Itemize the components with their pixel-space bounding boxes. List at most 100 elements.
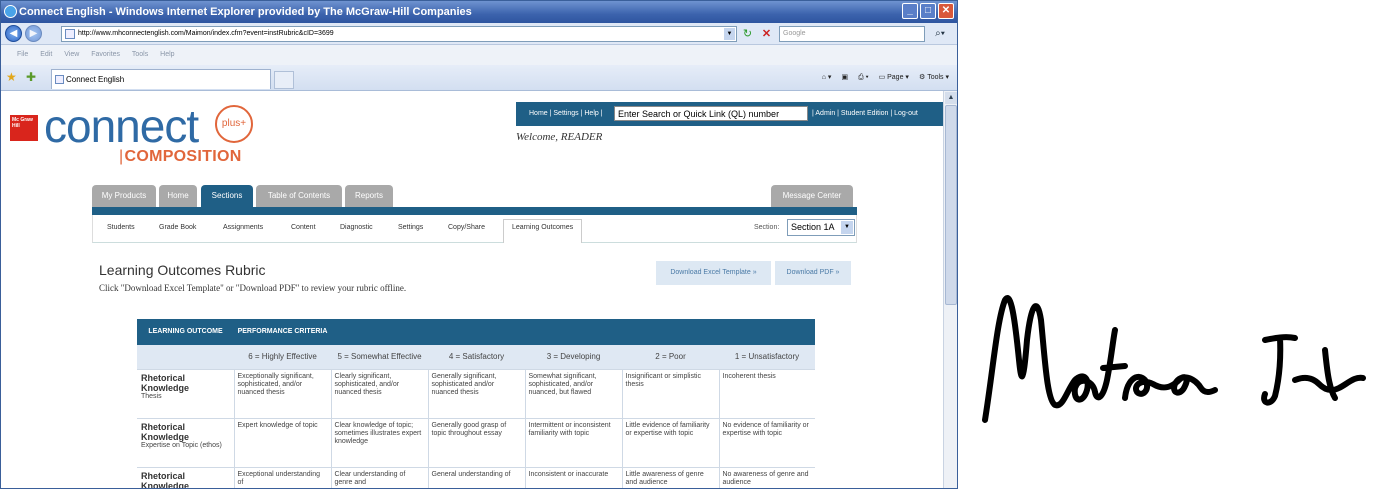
subnav-learning-outcomes[interactable]: Learning Outcomes bbox=[503, 219, 583, 243]
criteria-cell: Insignificant or simplistic thesis bbox=[621, 368, 719, 418]
search-icon[interactable]: ⌕▾ bbox=[929, 26, 951, 42]
criteria-cell: Expert knowledge of topic bbox=[233, 417, 331, 467]
plus-logo: plus+ bbox=[215, 105, 253, 143]
tab-reports[interactable]: Reports bbox=[345, 185, 393, 207]
outcome-cell: Rhetorical Knowledge bbox=[137, 466, 234, 489]
connect-logo: connect bbox=[44, 100, 199, 152]
scroll-up-icon[interactable]: ▲ bbox=[945, 92, 957, 104]
menu-favorites[interactable]: Favorites bbox=[91, 51, 120, 58]
menu-view[interactable]: View bbox=[64, 51, 79, 58]
menu-edit[interactable]: Edit bbox=[40, 51, 52, 58]
header-learning-outcome: LEARNING OUTCOME bbox=[137, 319, 234, 345]
table-row: Rhetorical Knowledge Exceptional underst… bbox=[137, 466, 815, 489]
outcome-name: Rhetorical Knowledge bbox=[141, 470, 190, 489]
level-3: 3 = Developing bbox=[525, 345, 622, 369]
criteria-cell: Exceptional understanding of bbox=[233, 466, 331, 488]
section-select-value: Section 1A bbox=[791, 222, 835, 232]
criteria-cell: No awareness of genre and audience bbox=[718, 466, 815, 488]
browser-tab[interactable]: Connect English bbox=[51, 69, 271, 89]
criteria-cell: Incoherent thesis bbox=[718, 368, 815, 418]
tools-menu[interactable]: ⚙ Tools ▾ bbox=[919, 71, 949, 85]
print-icon[interactable]: ⎙ ▾ bbox=[858, 71, 869, 85]
search-box[interactable]: Google bbox=[779, 26, 925, 42]
criteria-cell: Inconsistent or inaccurate bbox=[524, 466, 622, 488]
subnav-grade-book[interactable]: Grade Book bbox=[159, 224, 196, 231]
ie-icon bbox=[4, 5, 17, 18]
level-4: 4 = Satisfactory bbox=[428, 345, 525, 369]
handwritten-signature bbox=[982, 295, 1366, 423]
page-content: Mc Graw Hill connect plus+ COMPOSITION H… bbox=[1, 91, 943, 489]
criteria-cell: General understanding of bbox=[427, 466, 525, 488]
tab-table-of-contents[interactable]: Table of Contents bbox=[256, 185, 342, 207]
criteria-cell: Little evidence of familiarity or expert… bbox=[621, 417, 719, 467]
subnav-copy-share[interactable]: Copy/Share bbox=[448, 224, 485, 231]
level-5: 5 = Somewhat Effective bbox=[331, 345, 428, 369]
criteria-cell: Intermittent or inconsistent familiarity… bbox=[524, 417, 622, 467]
section-select[interactable]: Section 1A ▼ bbox=[787, 219, 855, 236]
page-subtitle: Click "Download Excel Template" or "Down… bbox=[99, 283, 407, 293]
subnav-assignments[interactable]: Assignments bbox=[223, 224, 263, 231]
criteria-cell: Somewhat significant, sophisticated, and… bbox=[524, 368, 622, 418]
outcome-sub: Expertise on Topic (ethos) bbox=[141, 441, 222, 449]
download-excel-button[interactable]: Download Excel Template » bbox=[656, 261, 771, 285]
quick-link-search-input[interactable] bbox=[614, 106, 808, 121]
outcome-cell: Rhetorical Knowledge Expertise on Topic (… bbox=[137, 417, 234, 467]
address-dropdown-icon[interactable]: ▼ bbox=[724, 28, 735, 40]
page-menu[interactable]: ▭ Page ▾ bbox=[879, 71, 909, 85]
top-nav-links-right[interactable]: | Admin | Student Edition | Log-out bbox=[812, 102, 918, 126]
tab-my-products[interactable]: My Products bbox=[92, 185, 156, 207]
window-title: Connect English - Windows Internet Explo… bbox=[19, 6, 472, 18]
add-favorites-icon[interactable]: ✚ bbox=[26, 70, 36, 84]
maximize-button[interactable]: □ bbox=[920, 3, 936, 19]
minimize-button[interactable]: _ bbox=[902, 3, 918, 19]
tab-title: Connect English bbox=[66, 75, 125, 84]
welcome-text: Welcome, READER bbox=[516, 131, 603, 143]
menu-help[interactable]: Help bbox=[160, 51, 174, 58]
tab-sections[interactable]: Sections bbox=[201, 185, 253, 207]
menu-file[interactable]: File bbox=[17, 51, 28, 58]
feeds-icon[interactable]: ▣ bbox=[841, 71, 848, 85]
tab-bar: ★ ✚ Connect English ⌂ ▾ ▣ ⎙ ▾ ▭ Page ▾ ⚙… bbox=[1, 65, 957, 91]
address-bar[interactable]: http://www.mhconnectenglish.com/Maimon/i… bbox=[61, 26, 737, 42]
message-center-tab[interactable]: Message Center bbox=[771, 185, 853, 207]
subnav-content[interactable]: Content bbox=[291, 224, 316, 231]
rubric-table: LEARNING OUTCOME PERFORMANCE CRITERIA 6 … bbox=[137, 319, 815, 489]
subnav-students[interactable]: Students bbox=[107, 224, 135, 231]
download-pdf-button[interactable]: Download PDF » bbox=[775, 261, 851, 285]
scroll-thumb[interactable] bbox=[945, 105, 957, 305]
favorites-star-icon[interactable]: ★ bbox=[6, 70, 17, 84]
address-toolbar: ◀ ▶ http://www.mhconnectenglish.com/Maim… bbox=[1, 23, 957, 45]
table-row: Rhetorical Knowledge Thesis Exceptionally… bbox=[137, 368, 815, 418]
tab-underline-bar bbox=[92, 207, 857, 215]
criteria-cell: Clear knowledge of topic; sometimes illu… bbox=[330, 417, 428, 467]
level-2: 2 = Poor bbox=[622, 345, 719, 369]
page-icon bbox=[55, 75, 64, 84]
criteria-cell: Exceptionally significant, sophisticated… bbox=[233, 368, 331, 418]
level-1: 1 = Unsatisfactory bbox=[719, 345, 815, 369]
header-performance-criteria: PERFORMANCE CRITERIA bbox=[234, 319, 331, 345]
back-arrow-icon[interactable]: ◀ bbox=[5, 25, 22, 42]
subnav-settings[interactable]: Settings bbox=[398, 224, 423, 231]
vertical-scrollbar[interactable]: ▲ bbox=[943, 91, 957, 488]
outcome-cell: Rhetorical Knowledge Thesis bbox=[137, 368, 234, 418]
address-text: http://www.mhconnectenglish.com/Maimon/i… bbox=[78, 30, 334, 37]
close-button[interactable]: ✕ bbox=[938, 3, 954, 19]
browser-window: Connect English - Windows Internet Explo… bbox=[0, 0, 958, 489]
forward-arrow-icon[interactable]: ▶ bbox=[25, 25, 42, 42]
home-icon[interactable]: ⌂ ▾ bbox=[822, 71, 832, 85]
subnav-diagnostic[interactable]: Diagnostic bbox=[340, 224, 373, 231]
refresh-icon[interactable]: ↻ bbox=[739, 26, 756, 42]
tab-home[interactable]: Home bbox=[159, 185, 197, 207]
top-nav-links-left[interactable]: Home | Settings | Help | bbox=[529, 102, 603, 126]
criteria-cell: Little awareness of genre and audience bbox=[621, 466, 719, 488]
menu-bar: File Edit View Favorites Tools Help bbox=[1, 45, 957, 65]
sub-nav: Students Grade Book Assignments Content … bbox=[92, 215, 857, 243]
outcome-name: Rhetorical Knowledge bbox=[141, 372, 190, 393]
stop-icon[interactable]: ✕ bbox=[758, 26, 775, 42]
new-tab-button[interactable] bbox=[274, 71, 294, 89]
page-title: Learning Outcomes Rubric bbox=[99, 262, 266, 278]
page-menu-label: Page bbox=[887, 74, 904, 81]
criteria-cell: Generally good grasp of topic throughout… bbox=[427, 417, 525, 467]
outcome-name: Rhetorical Knowledge bbox=[141, 421, 190, 442]
menu-tools[interactable]: Tools bbox=[132, 51, 148, 58]
